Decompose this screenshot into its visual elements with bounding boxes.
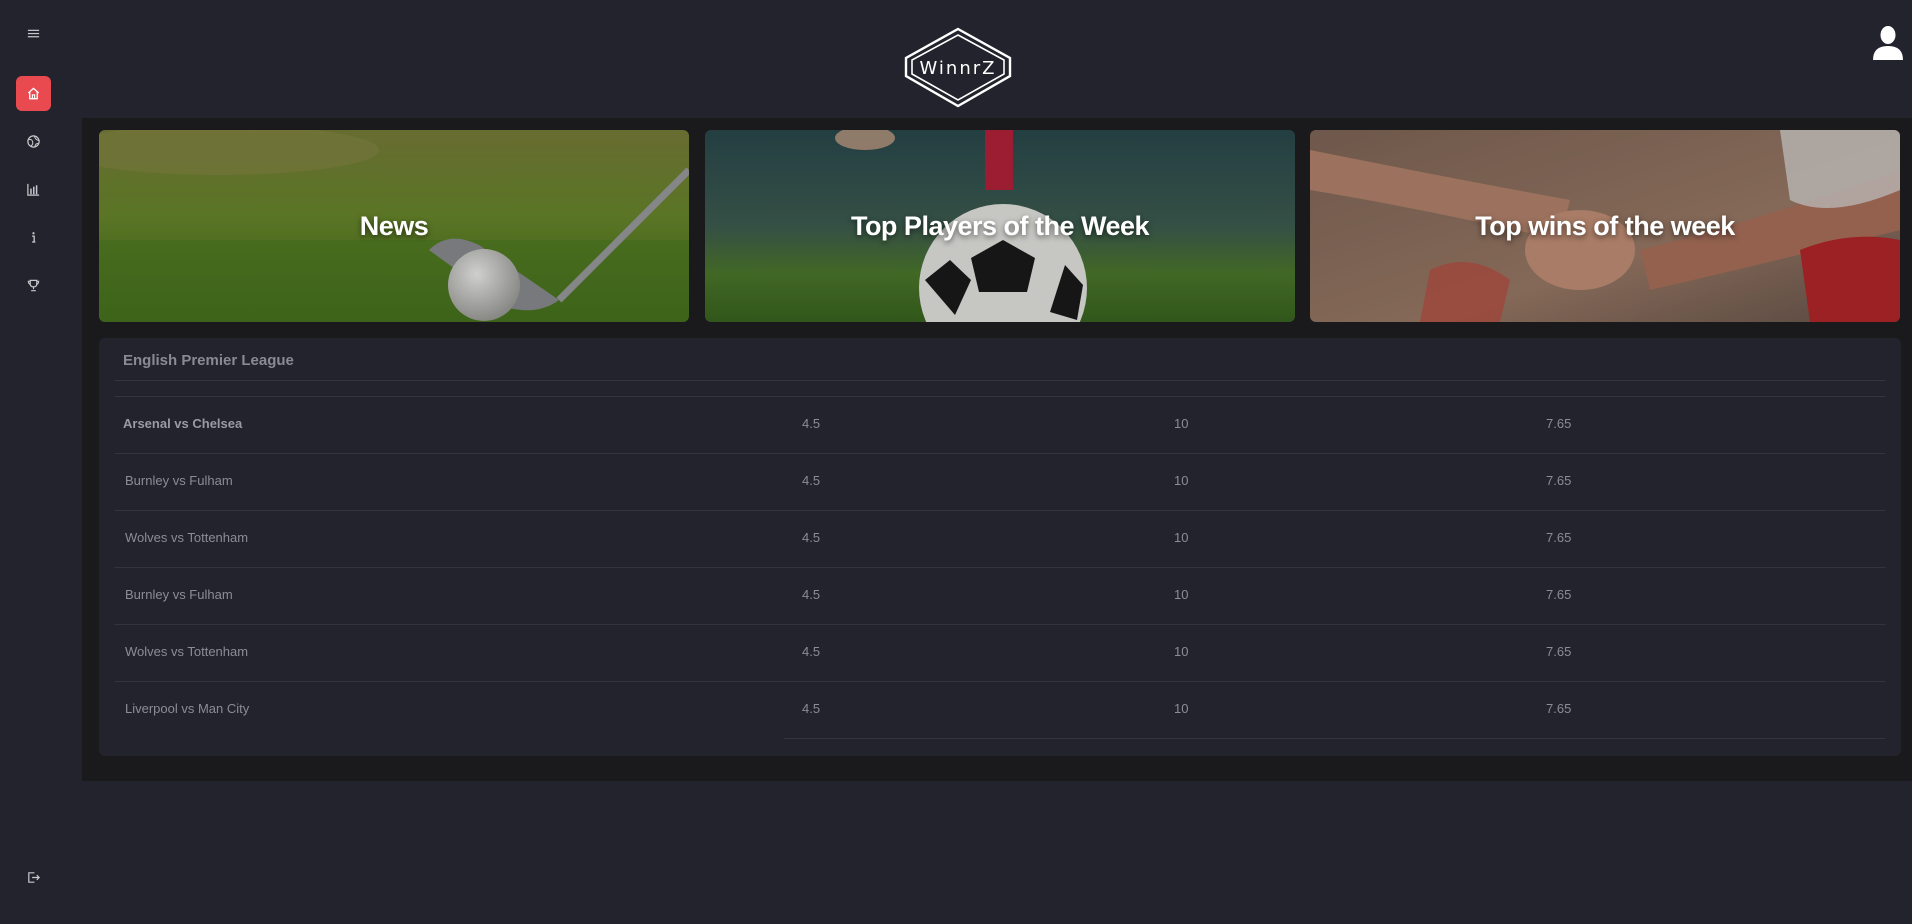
hamburger-menu-icon[interactable] (16, 16, 51, 51)
league-title: English Premier League (123, 352, 294, 369)
odds-home[interactable]: 4.5 (802, 644, 820, 659)
odds-away[interactable]: 7.65 (1546, 416, 1571, 431)
sidebar-item-info[interactable] (16, 220, 51, 255)
match-name: Arsenal vs Chelsea (123, 416, 243, 431)
match-row[interactable]: Liverpool vs Man City 4.5 10 7.65 (115, 681, 1885, 738)
odds-away[interactable]: 7.65 (1546, 587, 1571, 602)
match-name: Burnley vs Fulham (125, 587, 233, 602)
odds-draw[interactable]: 10 (1174, 701, 1188, 716)
bar-chart-icon (27, 183, 40, 196)
match-row[interactable]: Burnley vs Fulham 4.5 10 7.65 (115, 567, 1885, 624)
divider (784, 738, 1885, 739)
match-row[interactable]: Burnley vs Fulham 4.5 10 7.65 (115, 453, 1885, 510)
top-wins-card-title: Top wins of the week (1475, 210, 1735, 241)
trophy-icon (27, 279, 40, 292)
logout-icon (28, 872, 40, 883)
match-name: Wolves vs Tottenham (125, 530, 249, 545)
match-name: Wolves vs Tottenham (125, 644, 249, 659)
sidebar-item-trophy[interactable] (16, 268, 51, 303)
sidebar-item-world[interactable] (16, 124, 51, 159)
odds-away[interactable]: 7.65 (1546, 473, 1571, 488)
odds-home[interactable]: 4.5 (802, 701, 820, 716)
top-players-card-title: Top Players of the Week (850, 210, 1150, 241)
match-row[interactable]: Wolves vs Tottenham 4.5 10 7.65 (115, 624, 1885, 681)
user-avatar-icon[interactable] (1870, 24, 1906, 62)
odds-home[interactable]: 4.5 (802, 473, 820, 488)
info-icon (32, 232, 36, 243)
top-wins-card[interactable]: Top wins of the week (1310, 130, 1900, 322)
match-name: Burnley vs Fulham (125, 473, 233, 488)
odds-home[interactable]: 4.5 (802, 530, 820, 545)
sidebar-item-stats[interactable] (16, 172, 51, 207)
odds-away[interactable]: 7.65 (1546, 530, 1571, 545)
globe-icon (27, 135, 40, 148)
league-panel: English Premier League Arsenal vs Chelse… (99, 338, 1901, 756)
odds-draw[interactable]: 10 (1174, 530, 1188, 545)
sidebar-item-home[interactable] (16, 76, 51, 111)
odds-draw[interactable]: 10 (1174, 473, 1188, 488)
news-card-title: News (359, 210, 429, 241)
logo-text: WinnrZ (920, 58, 997, 79)
odds-away[interactable]: 7.65 (1546, 701, 1571, 716)
divider (115, 380, 1885, 381)
odds-draw[interactable]: 10 (1174, 644, 1188, 659)
odds-draw[interactable]: 10 (1174, 587, 1188, 602)
odds-away[interactable]: 7.65 (1546, 644, 1571, 659)
news-card[interactable]: News (99, 130, 689, 322)
odds-draw[interactable]: 10 (1174, 416, 1188, 431)
top-players-card[interactable]: Top Players of the Week (705, 130, 1295, 322)
odds-home[interactable]: 4.5 (802, 587, 820, 602)
match-name: Liverpool vs Man City (125, 701, 250, 716)
odds-home[interactable]: 4.5 (802, 416, 820, 431)
top-header: WinnrZ (68, 0, 1912, 118)
sidebar (0, 0, 68, 924)
match-row[interactable]: Wolves vs Tottenham 4.5 10 7.65 (115, 510, 1885, 567)
match-row[interactable]: Arsenal vs Chelsea 4.5 10 7.65 (115, 396, 1885, 453)
winnrz-logo[interactable]: WinnrZ (900, 26, 1016, 110)
logout-button[interactable] (16, 860, 51, 895)
main-content: News Top Players of the Week Top wins of… (82, 118, 1912, 781)
home-icon (27, 87, 40, 100)
